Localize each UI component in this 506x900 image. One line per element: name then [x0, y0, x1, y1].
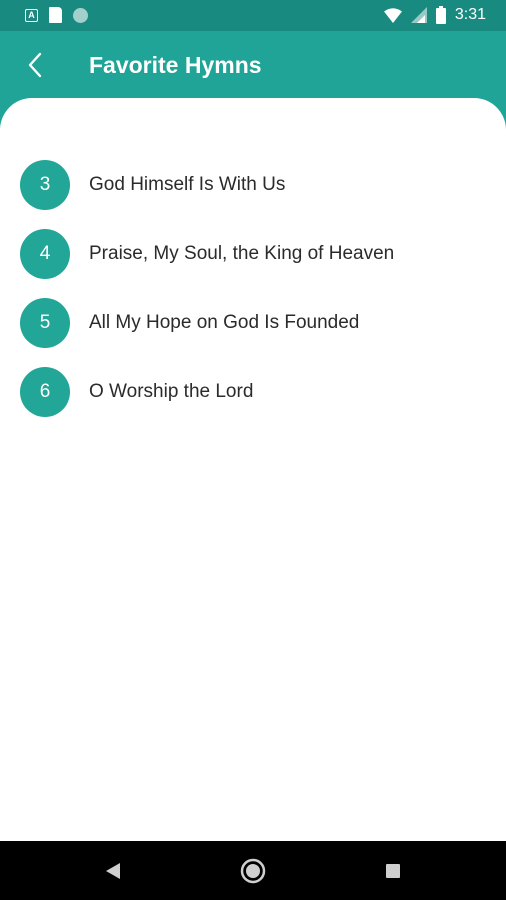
status-time: 3:31 [454, 6, 486, 23]
wifi-icon [383, 7, 402, 23]
chevron-left-icon [28, 52, 42, 78]
nav-home-button[interactable] [237, 855, 269, 887]
battery-icon [435, 6, 446, 24]
app-bar: Favorite Hymns [0, 31, 506, 100]
sd-card-icon [49, 7, 62, 23]
signal-icon [410, 7, 427, 23]
back-button[interactable] [18, 47, 54, 83]
notification-a-icon: A [25, 8, 38, 22]
hymn-number-badge: 6 [20, 366, 70, 417]
hymn-list-item[interactable]: 6 O Worship the Lord [0, 357, 506, 426]
page-title: Favorite Hymns [89, 52, 262, 78]
status-right: 3:31 [383, 6, 486, 24]
system-nav-bar [0, 841, 506, 900]
recents-square-icon [386, 864, 400, 878]
hymn-number-badge: 4 [20, 228, 70, 279]
hymn-title: All My Hope on God Is Founded [89, 311, 360, 333]
status-left: A [25, 7, 88, 23]
hymn-title: Praise, My Soul, the King of Heaven [89, 242, 395, 264]
content-area: 3 God Himself Is With Us 4 Praise, My So… [0, 98, 506, 841]
hymn-list: 3 God Himself Is With Us 4 Praise, My So… [0, 150, 506, 426]
hymn-number-badge: 5 [20, 297, 70, 348]
hymn-list-item[interactable]: 5 All My Hope on God Is Founded [0, 288, 506, 357]
home-circle-icon [240, 858, 266, 884]
status-bar: A 3:31 [0, 0, 506, 31]
hymn-number-badge: 3 [20, 159, 70, 210]
back-triangle-icon [106, 863, 120, 879]
hymn-title: O Worship the Lord [89, 380, 254, 402]
circle-icon [73, 7, 88, 23]
hymn-title: God Himself Is With Us [89, 173, 286, 195]
hymn-list-item[interactable]: 3 God Himself Is With Us [0, 150, 506, 219]
nav-recents-button[interactable] [377, 855, 409, 887]
nav-back-button[interactable] [97, 855, 129, 887]
hymn-list-item[interactable]: 4 Praise, My Soul, the King of Heaven [0, 219, 506, 288]
